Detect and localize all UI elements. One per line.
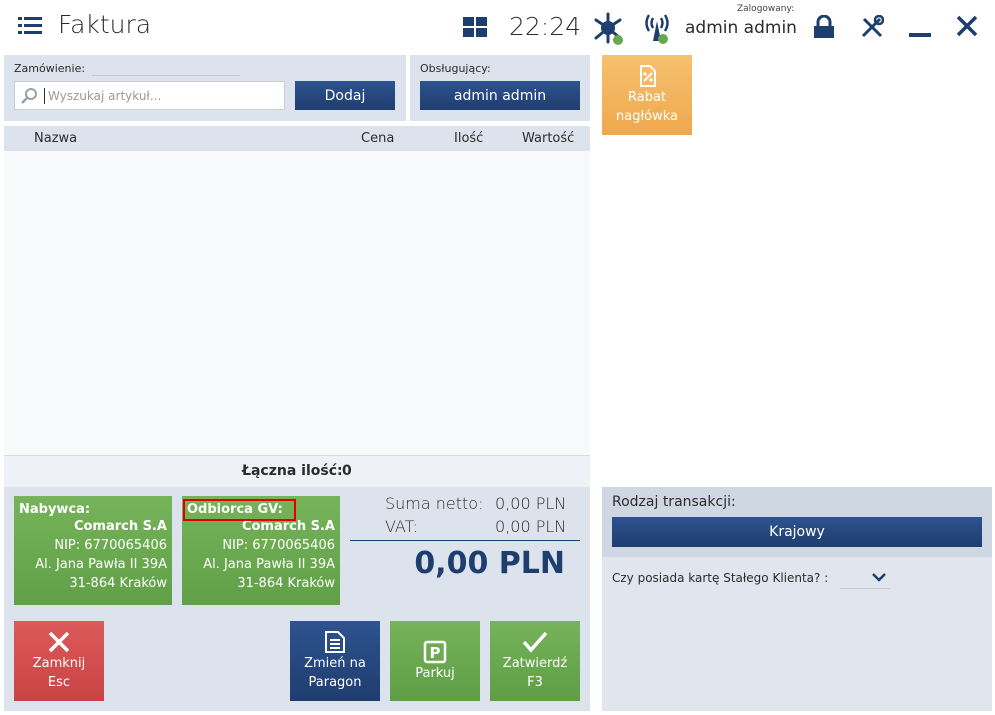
search-icon bbox=[21, 88, 37, 104]
confirm-line1: Zatwierdź bbox=[502, 656, 568, 671]
documents-icon bbox=[325, 631, 345, 653]
lock-icon[interactable] bbox=[812, 14, 836, 39]
order-label: Zamówienie: bbox=[14, 62, 86, 75]
transaction-type-label: Rodzaj transakcji: bbox=[612, 494, 736, 510]
change-line2: Paragon bbox=[308, 675, 362, 690]
discount-line1: Rabat bbox=[627, 90, 667, 105]
search-placeholder: Wyszukaj artykuł... bbox=[48, 89, 162, 103]
loyalty-card-label: Czy posiada kartę Stałego Klienta? : bbox=[612, 571, 829, 585]
buyer-name: Comarch S.A bbox=[73, 519, 167, 534]
park-button[interactable]: P Parkuj bbox=[390, 621, 480, 701]
add-button[interactable]: Dodaj bbox=[295, 81, 395, 110]
buyer-card[interactable]: Nabywca: Comarch S.A NIP: 6770065406 Al.… bbox=[14, 496, 172, 605]
table-header bbox=[4, 126, 590, 151]
chevron-down-icon bbox=[872, 573, 886, 582]
cashier-label: Obsługujący: bbox=[420, 62, 491, 75]
transaction-type-button[interactable]: Krajowy bbox=[612, 517, 982, 547]
net-label: Suma netto: bbox=[385, 494, 484, 513]
vat-value: 0,00 PLN bbox=[495, 517, 567, 536]
buyer-city: 31-864 Kraków bbox=[69, 576, 167, 591]
receiver-city: 31-864 Kraków bbox=[237, 576, 335, 591]
close-line2: Esc bbox=[47, 675, 71, 690]
svg-text:P: P bbox=[430, 644, 441, 662]
loyalty-card-select[interactable] bbox=[840, 568, 890, 589]
items-list[interactable] bbox=[4, 151, 590, 455]
total-qty-value: 0 bbox=[342, 463, 352, 479]
cashier-button[interactable]: admin admin bbox=[420, 81, 580, 110]
park-label: Parkuj bbox=[415, 665, 455, 681]
parking-icon: P bbox=[423, 640, 447, 663]
menu-icon[interactable] bbox=[18, 16, 42, 36]
column-qty[interactable]: Ilość bbox=[454, 131, 483, 146]
logged-label: Zalogowany: bbox=[737, 4, 795, 14]
clock: 22:24 bbox=[509, 12, 582, 41]
header-discount-button[interactable]: Rabat nagłówka bbox=[602, 55, 692, 135]
net-value: 0,00 PLN bbox=[495, 494, 567, 513]
change-line1: Zmień na bbox=[304, 656, 366, 671]
confirm-button[interactable]: Zatwierdź F3 bbox=[490, 621, 580, 701]
order-underline bbox=[92, 75, 240, 76]
confirm-line2: F3 bbox=[527, 675, 543, 690]
close-x-icon bbox=[48, 631, 70, 653]
grid-view-icon[interactable] bbox=[463, 17, 487, 37]
change-to-receipt-button[interactable]: Zmień na Paragon bbox=[290, 621, 380, 701]
tools-icon[interactable] bbox=[860, 14, 885, 39]
discount-document-icon bbox=[640, 65, 656, 87]
close-button[interactable]: Zamknij Esc bbox=[14, 621, 104, 701]
network-status-icon[interactable] bbox=[592, 11, 626, 47]
buyer-nip: NIP: 6770065406 bbox=[54, 538, 167, 553]
total-qty-label: Łączna ilość: bbox=[242, 463, 343, 479]
checkmark-icon bbox=[522, 631, 548, 653]
close-app-icon[interactable] bbox=[956, 15, 978, 37]
buyer-street: Al. Jana Pawła II 39A bbox=[35, 557, 167, 572]
discount-line2: nagłówka bbox=[615, 109, 678, 124]
highlight-box bbox=[183, 499, 296, 521]
logged-user: admin admin bbox=[685, 18, 797, 38]
column-name[interactable]: Nazwa bbox=[34, 131, 77, 146]
receiver-street: Al. Jana Pawła II 39A bbox=[203, 557, 335, 572]
buyer-title: Nabywca: bbox=[19, 502, 91, 517]
close-line1: Zamknij bbox=[32, 656, 86, 671]
summary-divider bbox=[350, 540, 580, 541]
minimize-icon[interactable] bbox=[909, 33, 931, 37]
column-value[interactable]: Wartość bbox=[522, 131, 574, 146]
signal-icon[interactable] bbox=[644, 11, 674, 45]
grand-total: 0,00 PLN bbox=[414, 546, 565, 581]
receiver-nip: NIP: 6770065406 bbox=[222, 538, 335, 553]
page-title: Faktura bbox=[58, 10, 152, 39]
vat-label: VAT: bbox=[385, 517, 419, 536]
text-cursor bbox=[44, 88, 45, 104]
column-price[interactable]: Cena bbox=[361, 131, 394, 146]
search-input[interactable]: Wyszukaj artykuł... bbox=[14, 81, 285, 110]
